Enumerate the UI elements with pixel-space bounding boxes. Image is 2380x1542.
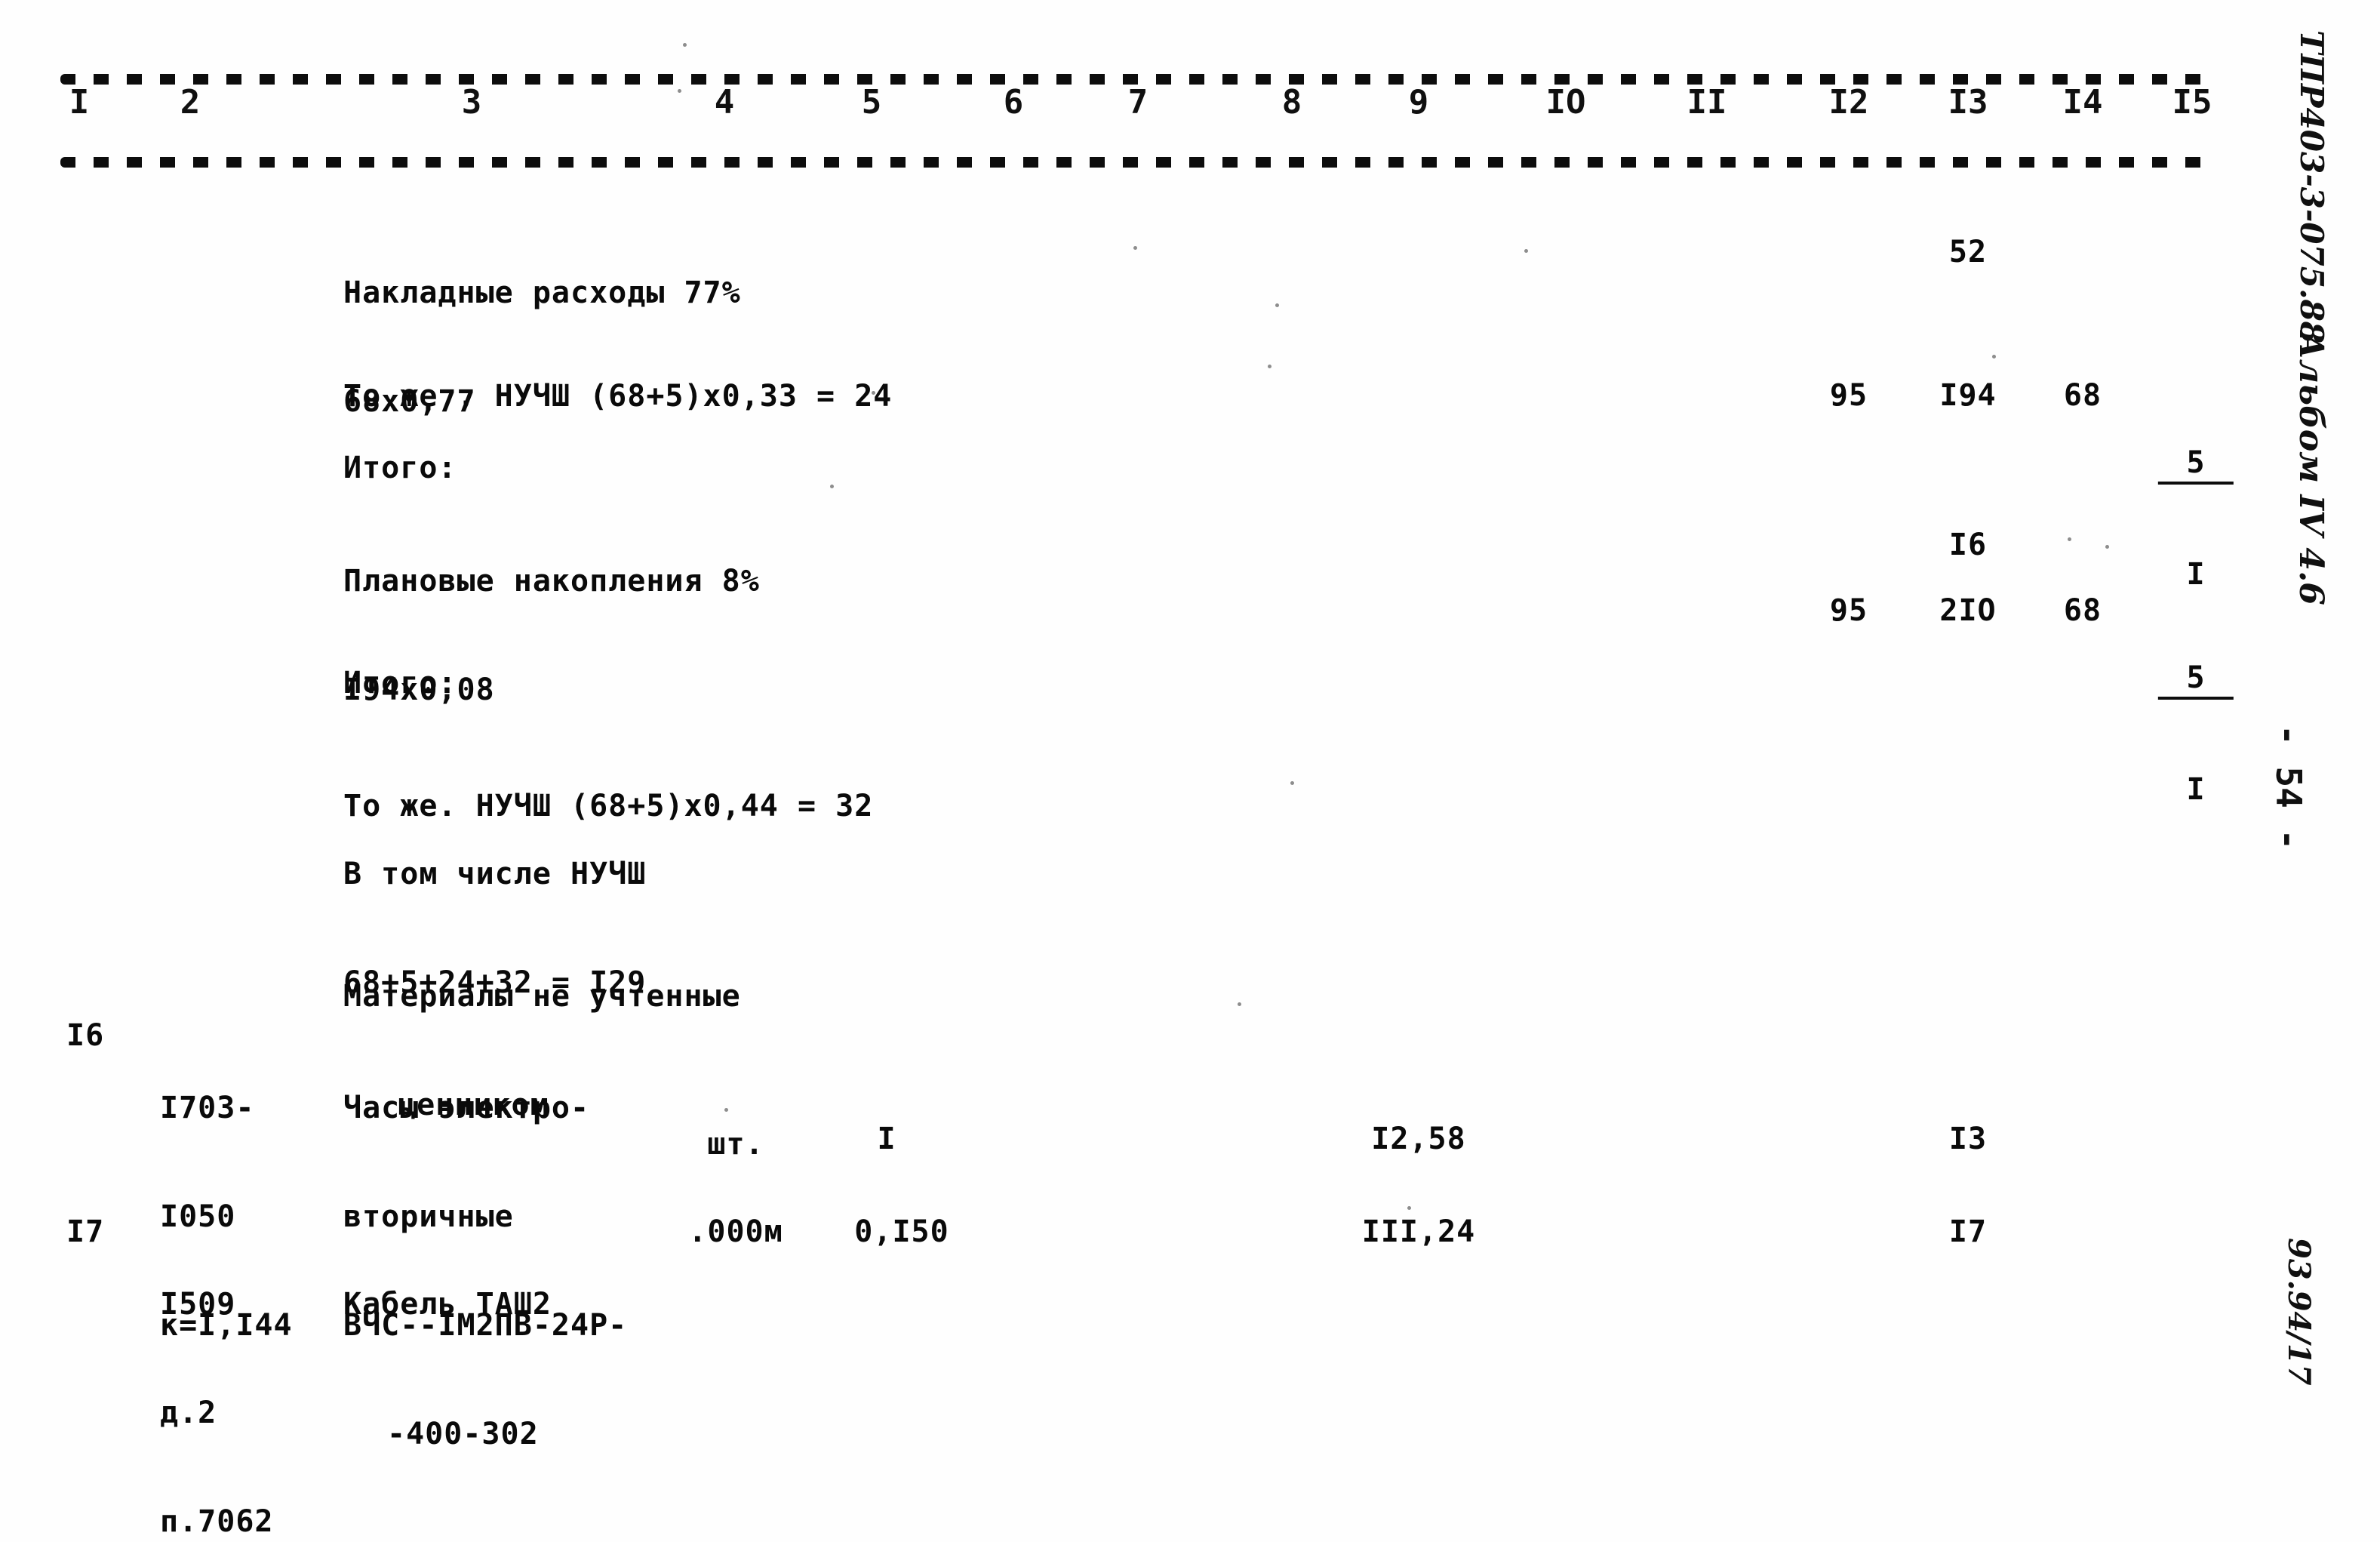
subtotal-1-col15-numerator: 5	[2157, 445, 2234, 485]
row-subtotal-1-col13: I94	[1939, 378, 1997, 413]
row-subtotal-2-col15: 5 I	[2157, 591, 2234, 876]
including-line-1: В том числе НУЧШ	[343, 857, 647, 891]
header-rule-bottom	[60, 157, 2219, 168]
column-number-12: I2	[1828, 83, 1869, 122]
column-number-13: I3	[1948, 83, 1988, 122]
scan-speck	[1407, 1206, 1411, 1210]
materials-heading-line-1: Материалы не учтенные	[343, 979, 741, 1014]
item-17-code-line-1: I509	[160, 1287, 236, 1322]
row-subtotal-2-col14: 68	[2063, 593, 2102, 628]
subtotal-1-col15-denominator: I	[2186, 557, 2206, 592]
subtotal-2-label: Итого:	[343, 666, 457, 700]
column-number-15: I5	[2172, 83, 2212, 122]
scan-speck	[1524, 249, 1528, 253]
column-number-7: 7	[1127, 83, 1148, 122]
column-number-11: II	[1687, 83, 1727, 122]
margin-series-code: ТПР403-3-075.88	[2293, 30, 2330, 344]
scan-speck	[1133, 246, 1137, 250]
scan-speck	[830, 485, 834, 488]
scan-speck	[1268, 365, 1271, 368]
margin-album: Альбом IV 4.6	[2292, 332, 2330, 605]
margin-archive-mark: 93.94/17	[2281, 1238, 2317, 1386]
column-number-4: 4	[714, 83, 735, 122]
item-16-desc-line-1: Часы электро-	[343, 1091, 590, 1125]
item-16-desc-line-4: -400-302	[387, 1417, 539, 1451]
scan-speck	[1275, 303, 1279, 307]
row-subtotal-1-col12: 95	[1829, 378, 1868, 413]
item-17-code: I509 д.2 п.7062 к=I,I7I	[160, 1214, 293, 1542]
scan-speck	[683, 43, 687, 47]
column-number-3: 3	[461, 83, 482, 122]
scan-speck	[872, 391, 875, 395]
item-17-code-line-2: д.2	[160, 1396, 217, 1430]
subtotal-2-col15-numerator: 5	[2157, 660, 2234, 700]
scan-speck	[1992, 355, 1996, 359]
column-number-14: I4	[2062, 83, 2103, 122]
subtotal-2-col15-denominator: I	[2186, 772, 2206, 807]
item-17-col13: I7	[1948, 1214, 1988, 1249]
item-16-col9: I2,58	[1371, 1122, 1466, 1156]
column-header-row: I 2 3 4 5 6 7 8 9 IO II I2 I3 I4 I5	[0, 83, 2212, 151]
row-overhead-col13: 52	[1948, 235, 1988, 269]
item-17-col1: I7	[66, 1214, 105, 1249]
column-number-5: 5	[861, 83, 882, 122]
scan-speck	[678, 89, 681, 93]
item-16-col1: I6	[66, 1018, 105, 1053]
scan-speck	[1238, 1002, 1241, 1006]
subtotal-1-label: Итого:	[343, 451, 457, 485]
scanned-page: I 2 3 4 5 6 7 8 9 IO II I2 I3 I4 I5 Накл…	[0, 0, 2380, 1542]
column-number-9: 9	[1408, 83, 1429, 122]
item-17-col5: 0,I50	[854, 1214, 949, 1249]
column-number-8: 8	[1281, 83, 1302, 122]
row-subtotal-2-col13: 2IO	[1939, 593, 1997, 628]
item-16-col4: шт.	[707, 1127, 764, 1162]
item-17-col9: III,24	[1361, 1214, 1476, 1249]
row-planned-savings-col13: I6	[1948, 528, 1988, 562]
row-subtotal-2-col12: 95	[1829, 593, 1868, 628]
scan-speck	[2068, 537, 2071, 541]
item-17-code-line-3: п.7062	[160, 1504, 274, 1539]
row-subtotal-1-col14: 68	[2063, 378, 2102, 413]
column-number-10: IO	[1545, 83, 1586, 122]
column-number-6: 6	[1003, 83, 1024, 122]
column-number-2: 2	[180, 83, 201, 122]
item-17-description: Кабель ТАШ2	[343, 1214, 552, 1395]
item-16-col13: I3	[1948, 1122, 1988, 1156]
scan-speck	[1290, 781, 1294, 785]
column-number-1: I	[69, 83, 90, 122]
scan-speck	[724, 1108, 728, 1112]
item-16-col5: I	[877, 1122, 896, 1156]
margin-page-number: - 54 -	[2268, 725, 2309, 851]
item-17-desc-line-1: Кабель ТАШ2	[343, 1287, 552, 1322]
item-16-code-line-1: I703-	[160, 1091, 255, 1125]
item-17-col4: .000м	[688, 1214, 783, 1249]
scan-speck	[2105, 545, 2109, 549]
